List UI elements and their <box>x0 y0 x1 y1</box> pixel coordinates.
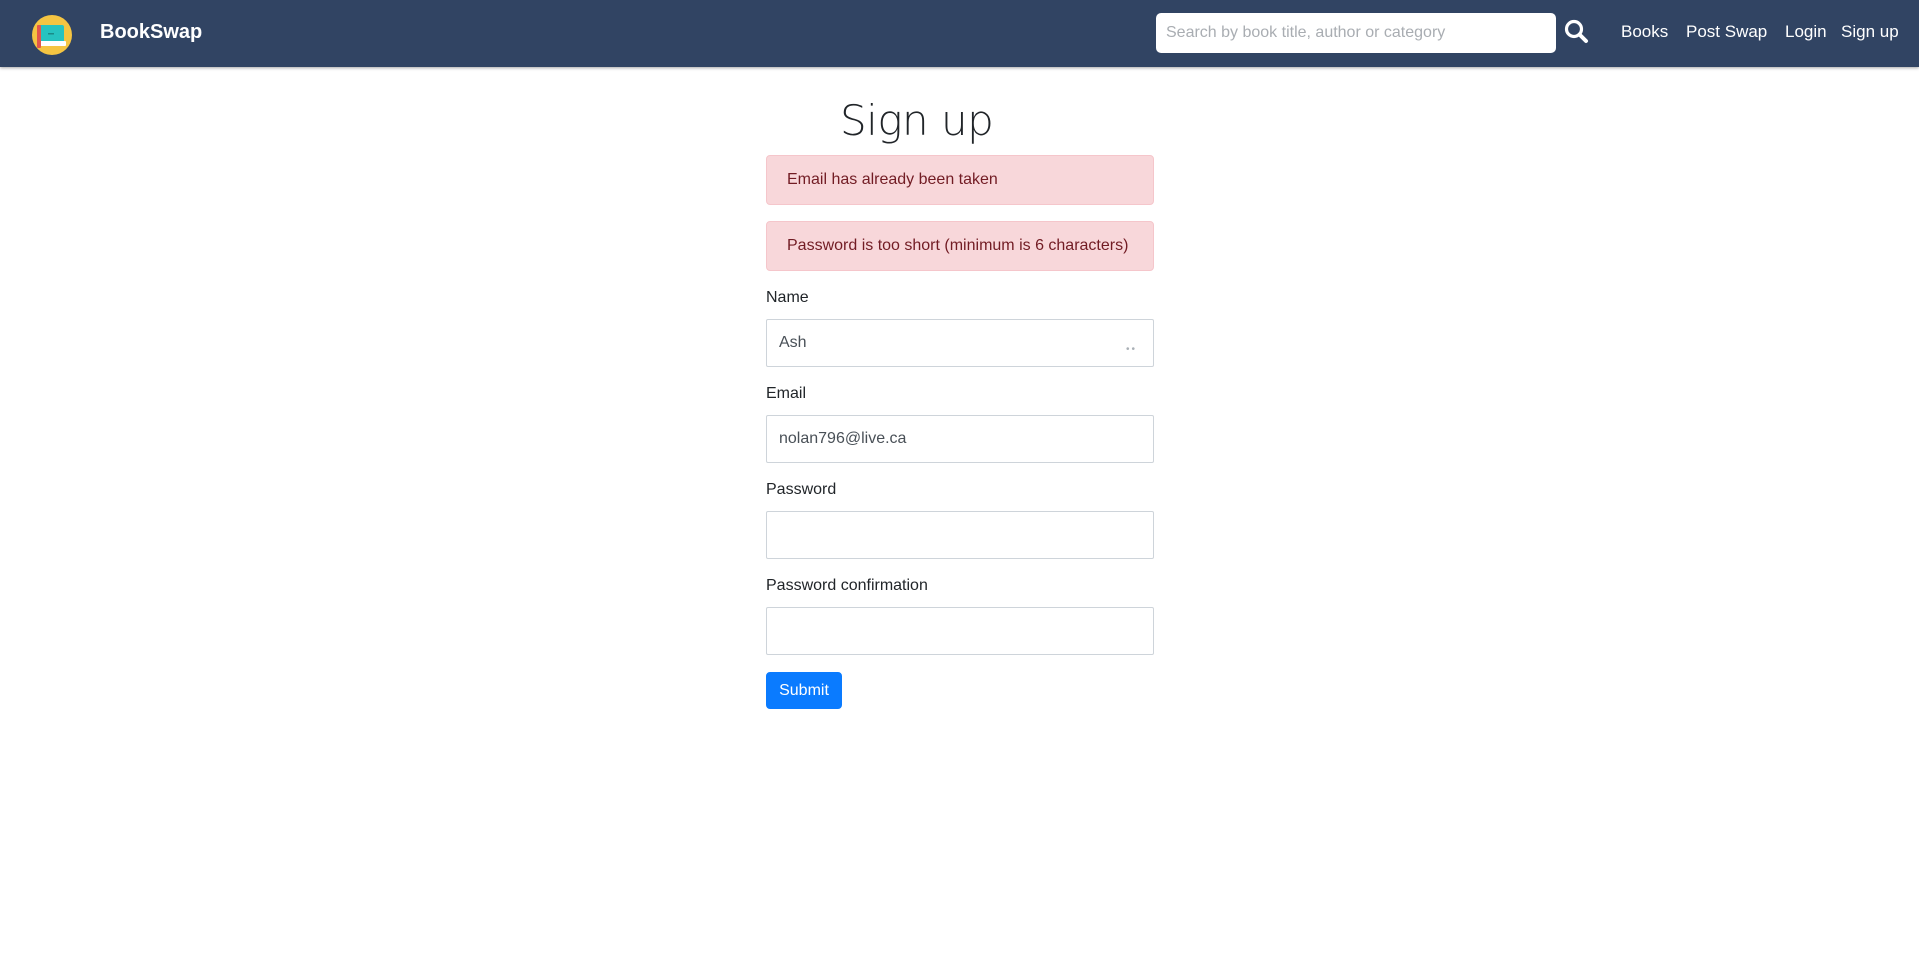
autofill-dots-icon: •• <box>1126 344 1138 355</box>
email-label: Email <box>766 385 807 402</box>
email-field[interactable] <box>766 415 1154 463</box>
error-alert-email: Email has already been taken <box>766 155 1154 205</box>
book-logo-icon[interactable] <box>30 15 76 55</box>
nav-link-signup[interactable]: Sign up <box>1841 22 1899 42</box>
search-icon[interactable] <box>1564 18 1590 46</box>
password-field[interactable] <box>766 511 1154 559</box>
password-confirmation-label: Password confirmation <box>766 577 928 594</box>
name-label: Name <box>766 289 809 306</box>
page-title: Sign up <box>840 96 994 145</box>
password-label: Password <box>766 481 837 498</box>
nav-link-login[interactable]: Login <box>1785 22 1827 42</box>
error-alert-password: Password is too short (minimum is 6 char… <box>766 221 1154 271</box>
nav-link-books[interactable]: Books <box>1621 22 1668 42</box>
name-field[interactable] <box>766 319 1154 367</box>
submit-button[interactable]: Submit <box>766 672 842 709</box>
password-confirmation-field[interactable] <box>766 607 1154 655</box>
nav-link-post-swap[interactable]: Post Swap <box>1686 22 1767 42</box>
navbar: BookSwap Books Post Swap Login Sign up <box>0 0 1919 67</box>
search-input[interactable] <box>1156 13 1556 53</box>
brand-name[interactable]: BookSwap <box>100 21 202 44</box>
